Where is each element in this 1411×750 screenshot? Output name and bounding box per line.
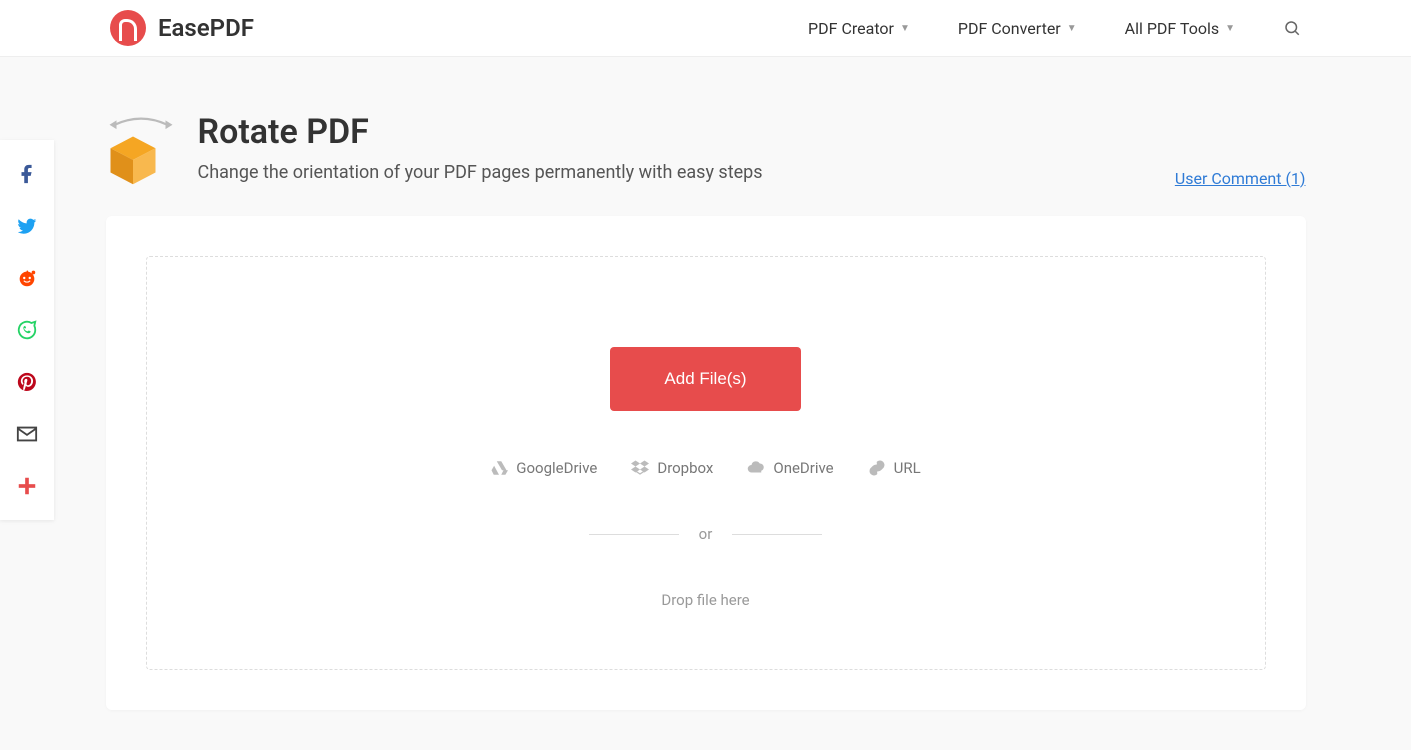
upload-card: Add File(s) GoogleDrive Dropbox OneDrive bbox=[106, 216, 1306, 710]
share-more[interactable] bbox=[0, 460, 54, 512]
dropbox-icon bbox=[631, 459, 649, 477]
or-divider: or bbox=[187, 525, 1225, 543]
logo[interactable]: EasePDF bbox=[110, 10, 254, 46]
divider-line bbox=[589, 534, 679, 535]
page-subtitle: Change the orientation of your PDF pages… bbox=[198, 162, 763, 183]
nav-label: All PDF Tools bbox=[1125, 19, 1219, 38]
share-facebook[interactable] bbox=[0, 148, 54, 200]
nav-pdf-converter[interactable]: PDF Converter ▼ bbox=[958, 19, 1077, 38]
nav-all-tools[interactable]: All PDF Tools ▼ bbox=[1125, 19, 1235, 38]
or-text: or bbox=[699, 525, 713, 543]
googledrive-icon bbox=[490, 459, 508, 477]
provider-label: GoogleDrive bbox=[516, 459, 597, 477]
provider-url[interactable]: URL bbox=[868, 459, 921, 477]
add-files-button[interactable]: Add File(s) bbox=[610, 347, 800, 411]
share-email[interactable] bbox=[0, 408, 54, 460]
search-icon[interactable] bbox=[1283, 19, 1301, 37]
share-whatsapp[interactable] bbox=[0, 304, 54, 356]
nav-pdf-creator[interactable]: PDF Creator ▼ bbox=[808, 19, 910, 38]
provider-row: GoogleDrive Dropbox OneDrive URL bbox=[187, 459, 1225, 477]
chevron-down-icon: ▼ bbox=[900, 23, 910, 34]
title-row: Rotate PDF Change the orientation of you… bbox=[106, 112, 1306, 188]
user-comment-link[interactable]: User Comment (1) bbox=[1175, 169, 1306, 188]
chevron-down-icon: ▼ bbox=[1067, 23, 1077, 34]
provider-googledrive[interactable]: GoogleDrive bbox=[490, 459, 597, 477]
onedrive-icon bbox=[747, 459, 765, 477]
title-block: Rotate PDF Change the orientation of you… bbox=[198, 112, 763, 183]
share-pinterest[interactable] bbox=[0, 356, 54, 408]
rotate-icon bbox=[106, 118, 176, 188]
share-twitter[interactable] bbox=[0, 200, 54, 252]
provider-label: URL bbox=[894, 459, 921, 477]
share-reddit[interactable] bbox=[0, 252, 54, 304]
provider-dropbox[interactable]: Dropbox bbox=[631, 459, 713, 477]
main-nav: PDF Creator ▼ PDF Converter ▼ All PDF To… bbox=[808, 19, 1301, 38]
link-icon bbox=[868, 459, 886, 477]
provider-label: OneDrive bbox=[773, 459, 833, 477]
drop-hint: Drop file here bbox=[187, 591, 1225, 609]
chevron-down-icon: ▼ bbox=[1225, 23, 1235, 34]
header: EasePDF PDF Creator ▼ PDF Converter ▼ Al… bbox=[0, 0, 1411, 57]
page-title: Rotate PDF bbox=[198, 112, 763, 152]
page-body: Rotate PDF Change the orientation of you… bbox=[0, 57, 1411, 750]
brand-name: EasePDF bbox=[158, 14, 254, 42]
provider-onedrive[interactable]: OneDrive bbox=[747, 459, 833, 477]
social-sidebar bbox=[0, 140, 54, 520]
nav-label: PDF Converter bbox=[958, 19, 1061, 38]
logo-icon bbox=[110, 10, 146, 46]
divider-line bbox=[732, 534, 822, 535]
nav-label: PDF Creator bbox=[808, 19, 894, 38]
dropzone[interactable]: Add File(s) GoogleDrive Dropbox OneDrive bbox=[146, 256, 1266, 670]
provider-label: Dropbox bbox=[657, 459, 713, 477]
